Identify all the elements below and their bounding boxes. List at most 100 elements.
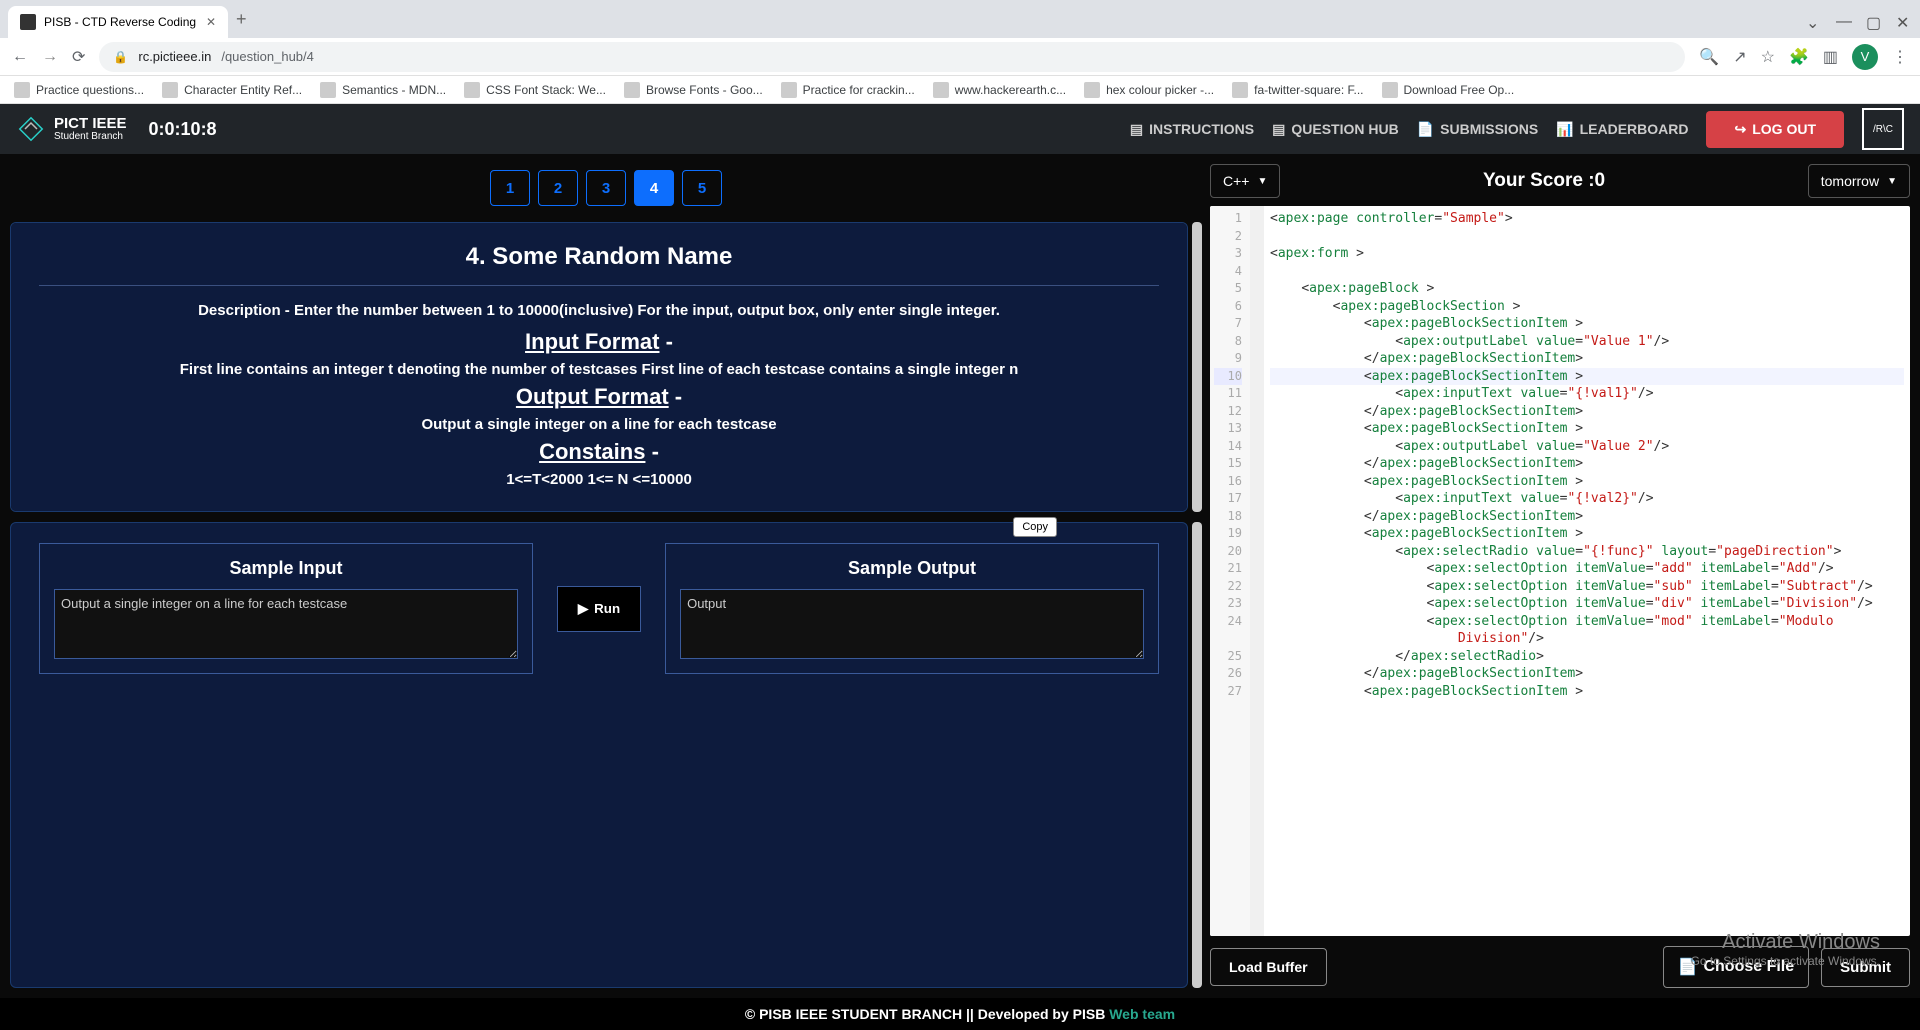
question-tab-3[interactable]: 3 xyxy=(586,170,626,206)
app-header: PICT IEEE Student Branch 0:0:10:8 ▤ INST… xyxy=(0,104,1920,154)
profile-avatar[interactable]: V xyxy=(1852,44,1878,70)
theme-dropdown[interactable]: tomorrow ▼ xyxy=(1808,164,1910,198)
zoom-icon[interactable]: 🔍 xyxy=(1699,47,1719,67)
back-button[interactable]: ← xyxy=(12,48,28,66)
share-icon[interactable]: ↗ xyxy=(1733,47,1746,67)
question-tab-4[interactable]: 4 xyxy=(634,170,674,206)
menu-icon[interactable]: ⋮ xyxy=(1892,47,1908,67)
rc-badge: /R\C xyxy=(1862,108,1904,150)
url-host: rc.pictieee.in xyxy=(138,49,211,64)
constraints-heading: Constains - xyxy=(39,439,1159,465)
new-tab-button[interactable]: + xyxy=(236,9,247,30)
bookmark-item[interactable]: Practice questions... xyxy=(14,82,144,98)
url-path: /question_hub/4 xyxy=(221,49,314,64)
browser-toolbar: ← → ⟳ 🔒 rc.pictieee.in/question_hub/4 🔍 … xyxy=(0,38,1920,76)
scrollbar[interactable] xyxy=(1192,222,1202,512)
window-controls: ⌄ — ▢ ✕ xyxy=(1806,13,1912,25)
nav-instructions[interactable]: ▤ INSTRUCTIONS xyxy=(1130,121,1254,138)
nav-leaderboard[interactable]: 📊 LEADERBOARD xyxy=(1556,121,1688,138)
bookmark-icon xyxy=(781,82,797,98)
line-gutter: 1234567891011121314151617181920212223242… xyxy=(1210,206,1250,936)
extensions-icon[interactable]: 🧩 xyxy=(1789,47,1809,67)
question-tab-1[interactable]: 1 xyxy=(490,170,530,206)
close-window-icon[interactable]: ✕ xyxy=(1896,13,1908,25)
submit-button[interactable]: Submit xyxy=(1821,948,1910,987)
editor-footer: Load Buffer 📄 Choose File Activate Windo… xyxy=(1210,944,1910,988)
browser-tabstrip: PISB - CTD Reverse Coding ✕ + ⌄ — ▢ ✕ xyxy=(0,0,1920,38)
choose-file-button[interactable]: 📄 Choose File xyxy=(1663,946,1810,988)
file-icon: 📄 xyxy=(1678,957,1698,977)
io-panel: Copy Sample Input ▶ Run Sample Output xyxy=(10,522,1188,988)
code-editor[interactable]: 1234567891011121314151617181920212223242… xyxy=(1210,206,1910,936)
fold-gutter xyxy=(1250,206,1264,936)
scrollbar[interactable] xyxy=(1192,522,1202,988)
logout-icon: ↪ xyxy=(1734,121,1746,138)
bookmark-item[interactable]: Practice for crackin... xyxy=(781,82,915,98)
bookmarks-bar: Practice questions... Character Entity Re… xyxy=(0,76,1920,104)
footer-link[interactable]: Web team xyxy=(1109,1006,1175,1022)
bookmark-icon xyxy=(14,82,30,98)
nav-submissions[interactable]: 📄 SUBMISSIONS xyxy=(1417,121,1538,138)
bookmark-icon xyxy=(1382,82,1398,98)
logout-button[interactable]: ↪ LOG OUT xyxy=(1706,111,1844,148)
bookmark-item[interactable]: Semantics - MDN... xyxy=(320,82,446,98)
bookmark-icon xyxy=(1232,82,1248,98)
list-icon: ▤ xyxy=(1272,121,1285,138)
bookmark-item[interactable]: Browse Fonts - Goo... xyxy=(624,82,763,98)
copy-button[interactable]: Copy xyxy=(1013,517,1057,537)
sample-output-textarea[interactable] xyxy=(680,589,1144,659)
countdown-timer: 0:0:10:8 xyxy=(149,119,217,140)
close-tab-icon[interactable]: ✕ xyxy=(206,15,216,29)
bookmark-item[interactable]: www.hackerearth.c... xyxy=(933,82,1066,98)
question-tab-2[interactable]: 2 xyxy=(538,170,578,206)
page-footer: © PISB IEEE STUDENT BRANCH || Developed … xyxy=(0,998,1920,1030)
play-icon: ▶ xyxy=(578,601,588,617)
forward-button[interactable]: → xyxy=(42,48,58,66)
language-dropdown[interactable]: C++ ▼ xyxy=(1210,164,1280,198)
run-button[interactable]: ▶ Run xyxy=(557,586,641,632)
bookmark-icon xyxy=(933,82,949,98)
divider xyxy=(39,285,1159,286)
bookmark-icon xyxy=(624,82,640,98)
bookmark-icon xyxy=(162,82,178,98)
bookmark-item[interactable]: Character Entity Ref... xyxy=(162,82,302,98)
sample-output-heading: Sample Output xyxy=(848,558,976,579)
side-panel-icon[interactable]: ▥ xyxy=(1823,47,1838,67)
bookmark-icon xyxy=(320,82,336,98)
code-area[interactable]: <apex:page controller="Sample"><apex:for… xyxy=(1264,206,1910,936)
file-icon: 📄 xyxy=(1417,121,1434,138)
sample-input-box: Sample Input xyxy=(39,543,533,674)
sample-input-textarea[interactable] xyxy=(54,589,518,659)
app-root: PICT IEEE Student Branch 0:0:10:8 ▤ INST… xyxy=(0,104,1920,1030)
list-icon: ▤ xyxy=(1130,121,1143,138)
browser-tab[interactable]: PISB - CTD Reverse Coding ✕ xyxy=(8,6,228,38)
favicon xyxy=(20,14,36,30)
question-title: 4. Some Random Name xyxy=(39,243,1159,271)
chevron-down-icon[interactable]: ⌄ xyxy=(1806,13,1818,25)
lock-icon: 🔒 xyxy=(113,50,128,64)
sample-output-box: Sample Output xyxy=(665,543,1159,674)
chart-icon: 📊 xyxy=(1556,121,1573,138)
bookmark-item[interactable]: fa-twitter-square: F... xyxy=(1232,82,1363,98)
nav-question-hub[interactable]: ▤ QUESTION HUB xyxy=(1272,121,1399,138)
star-icon[interactable]: ☆ xyxy=(1761,47,1775,67)
header-nav: ▤ INSTRUCTIONS ▤ QUESTION HUB 📄 SUBMISSI… xyxy=(1130,108,1904,150)
bookmark-item[interactable]: hex colour picker -... xyxy=(1084,82,1214,98)
question-tabs: 12345 xyxy=(10,164,1202,212)
bookmark-icon xyxy=(1084,82,1100,98)
maximize-icon[interactable]: ▢ xyxy=(1866,13,1878,25)
constraints-text: 1<=T<2000 1<= N <=10000 xyxy=(39,471,1159,488)
brand-subtitle: Student Branch xyxy=(54,131,127,142)
reload-button[interactable]: ⟳ xyxy=(72,47,85,67)
bookmark-item[interactable]: Download Free Op... xyxy=(1382,82,1515,98)
bookmark-item[interactable]: CSS Font Stack: We... xyxy=(464,82,606,98)
minimize-icon[interactable]: — xyxy=(1836,13,1848,25)
brand-logo[interactable]: PICT IEEE Student Branch xyxy=(16,114,127,144)
caret-down-icon: ▼ xyxy=(1887,176,1897,187)
score-display: Your Score :0 xyxy=(1294,170,1793,192)
address-bar[interactable]: 🔒 rc.pictieee.in/question_hub/4 xyxy=(99,42,1685,72)
question-tab-5[interactable]: 5 xyxy=(682,170,722,206)
load-buffer-button[interactable]: Load Buffer xyxy=(1210,948,1327,986)
input-format-text: First line contains an integer t denotin… xyxy=(39,361,1159,378)
sample-input-heading: Sample Input xyxy=(229,558,342,579)
